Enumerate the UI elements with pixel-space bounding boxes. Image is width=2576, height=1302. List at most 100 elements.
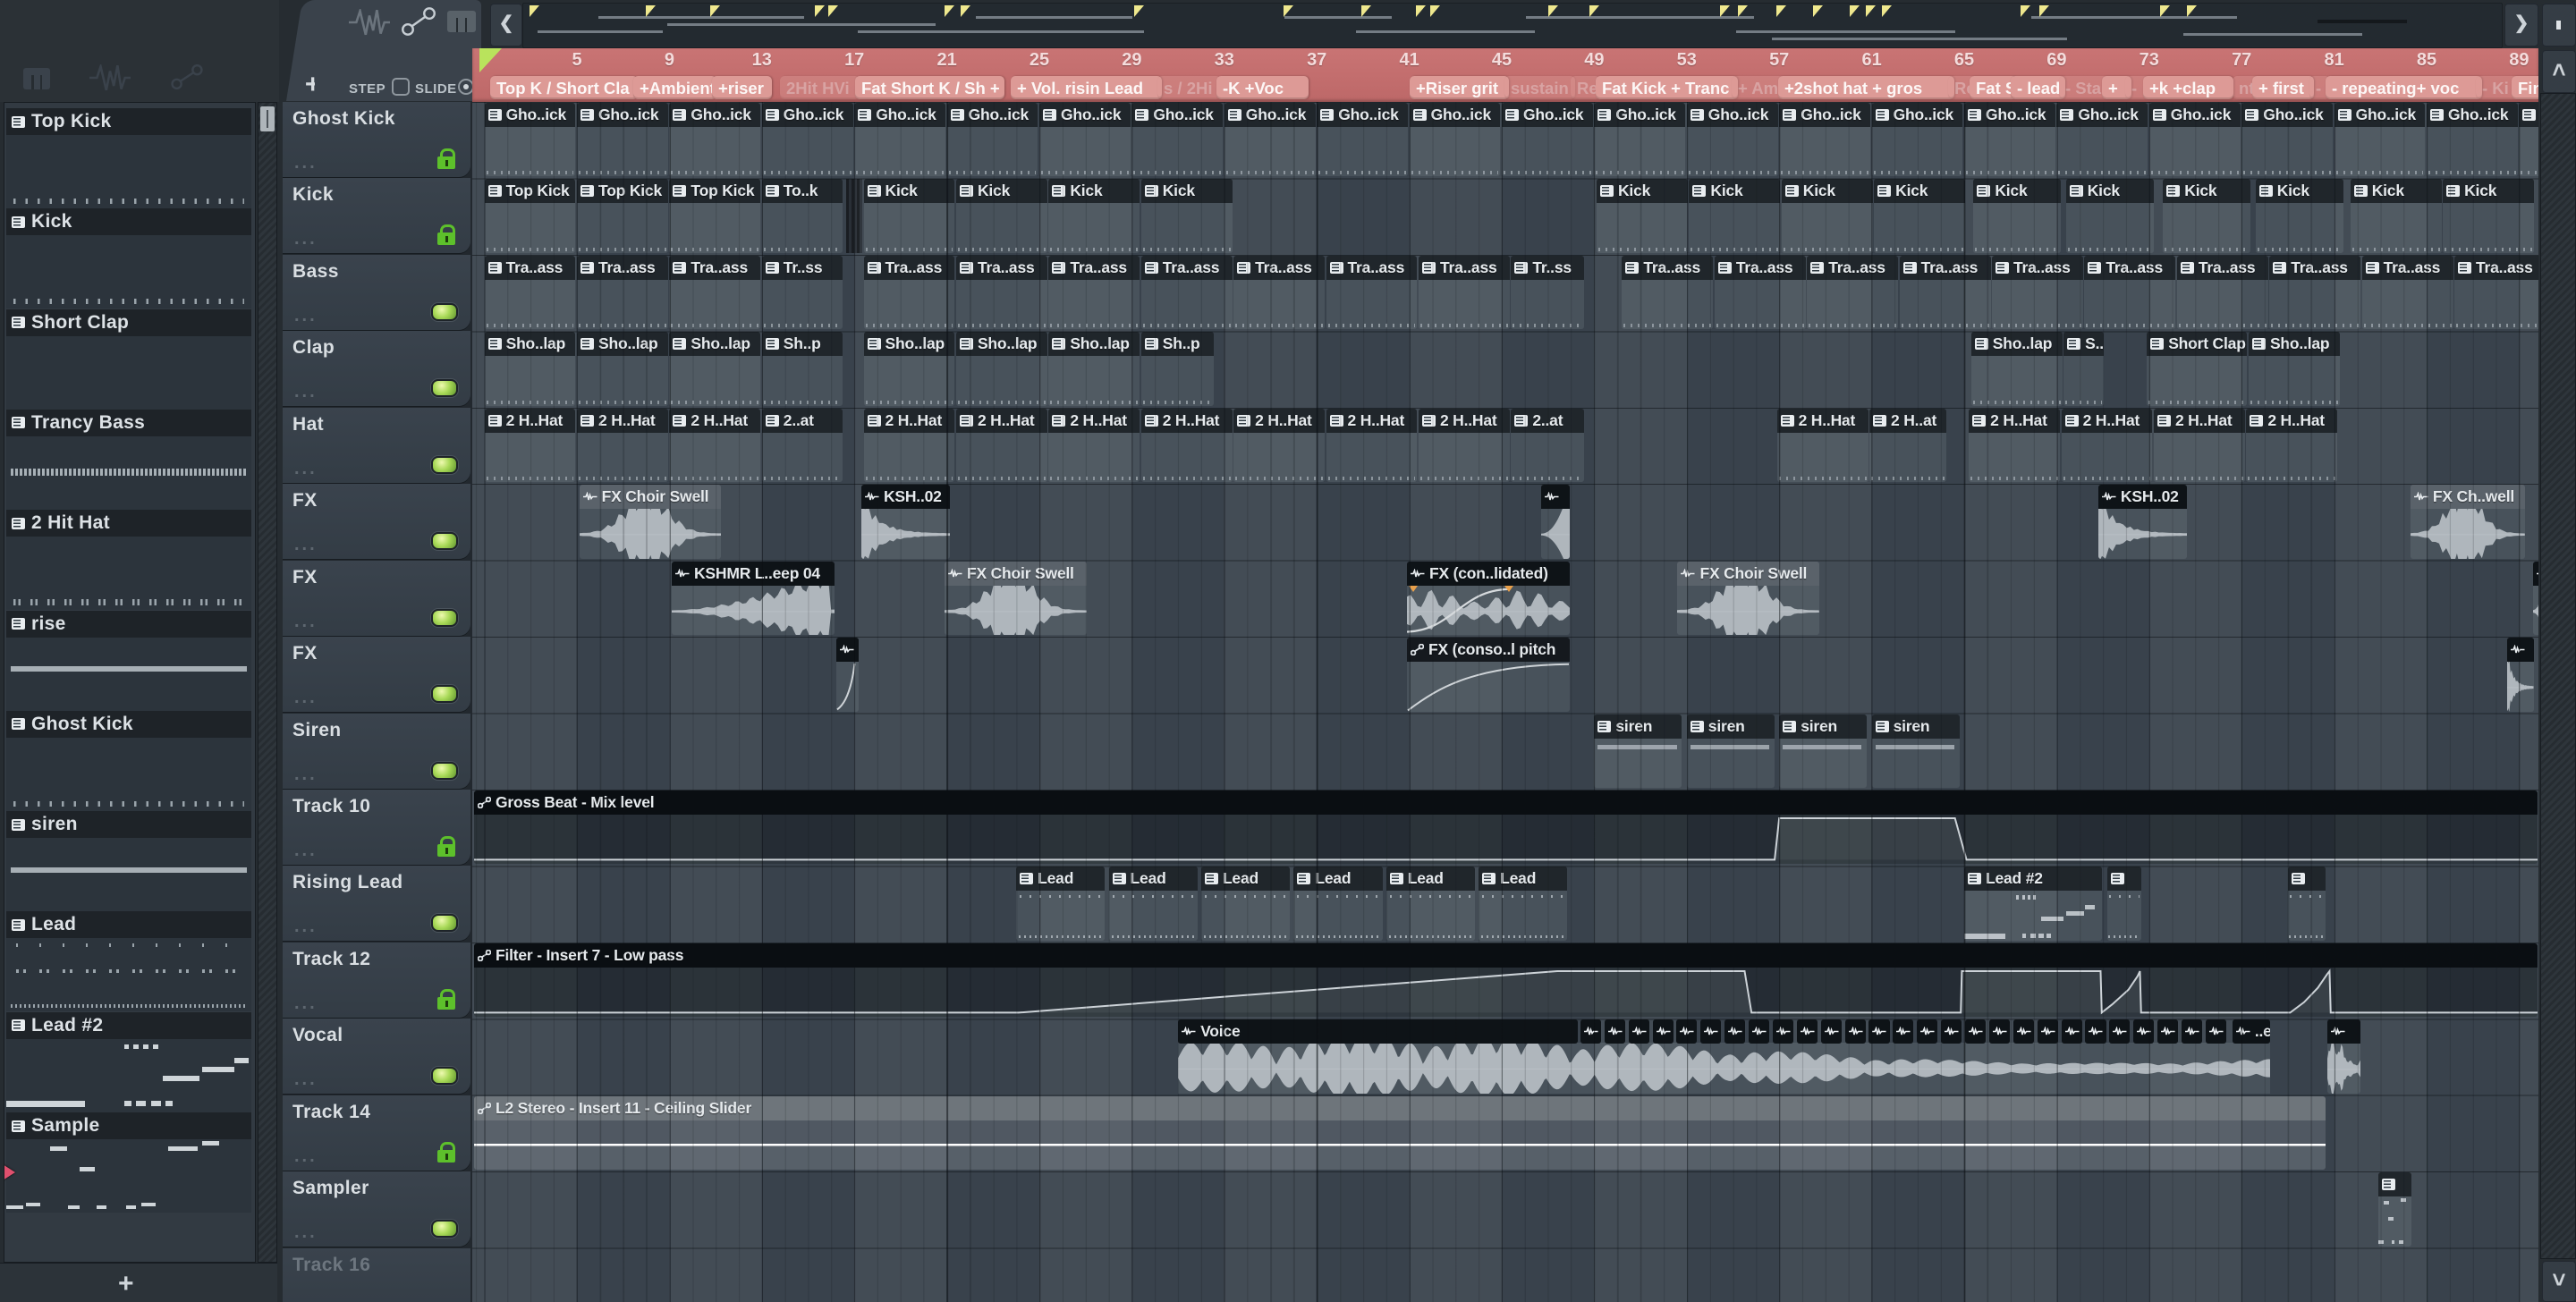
track-options-dots[interactable]: ...: [294, 459, 318, 479]
time-marker[interactable]: +Riser grit: [1410, 76, 1509, 99]
clip-header[interactable]: Tra..ass: [577, 255, 668, 280]
clip-header[interactable]: To..k: [761, 179, 843, 204]
track-header[interactable]: Track 10...: [283, 789, 470, 865]
clip-header[interactable]: Filter - Insert 7 - Low pass: [473, 943, 2538, 968]
audio-clip[interactable]: [1868, 1019, 1890, 1044]
clip-header[interactable]: Tra..ass: [863, 255, 955, 280]
time-marker[interactable]: - Sta: [2059, 76, 2108, 99]
track-header[interactable]: Kick...: [283, 178, 470, 254]
track-options-dots[interactable]: ...: [294, 1222, 318, 1243]
clip-header[interactable]: [1893, 1019, 1914, 1044]
audio-clip[interactable]: ..e: [2232, 1019, 2271, 1044]
clip-header[interactable]: Gho..ick: [1779, 103, 1871, 127]
track-options-dots[interactable]: ...: [294, 153, 318, 173]
audio-clip[interactable]: [1893, 1019, 1914, 1044]
clip-header[interactable]: Tra..ass: [1992, 255, 2083, 280]
clip-header[interactable]: Tra..ass: [1714, 255, 1806, 280]
scroll-right-button[interactable]: ❯: [2504, 4, 2538, 46]
clip-header[interactable]: Lead: [1293, 867, 1383, 892]
clip-header[interactable]: 2 H..at: [1869, 408, 1947, 433]
clip-header[interactable]: [1965, 1019, 1987, 1044]
pattern-clip[interactable]: Gho..ick: [1871, 103, 1963, 177]
clip-header[interactable]: [2085, 1019, 2106, 1044]
track-lock-icon[interactable]: [436, 835, 456, 858]
clip-header[interactable]: Lead: [1108, 867, 1198, 892]
time-marker[interactable]: - repeating+ voc: [2326, 76, 2482, 99]
pattern-clip[interactable]: Gho..ick: [669, 103, 761, 177]
track-options-dots[interactable]: ...: [294, 612, 318, 632]
time-marker[interactable]: + first: [2252, 76, 2314, 99]
track-header[interactable]: Track 14...: [283, 1095, 470, 1171]
time-marker[interactable]: Top K / Short Cla: [490, 76, 638, 99]
track-header[interactable]: Sampler...: [283, 1171, 470, 1247]
clip-header[interactable]: Tra..ass: [1233, 255, 1326, 280]
track-mute-led[interactable]: [431, 761, 458, 780]
clip-header[interactable]: [1604, 1019, 1625, 1044]
pattern-clip[interactable]: Tra..ass: [863, 255, 955, 330]
clip-header[interactable]: 2..at: [761, 408, 843, 433]
track-header[interactable]: Rising Lead...: [283, 866, 470, 942]
clip-header[interactable]: [2326, 1019, 2361, 1044]
clip-header[interactable]: KSH..02: [2097, 485, 2188, 510]
pattern-clip[interactable]: Kick: [1874, 179, 1966, 253]
clip-header[interactable]: FX Ch..well: [2410, 485, 2525, 510]
automation-clip[interactable]: Gross Beat - Mix level: [473, 790, 2538, 865]
clip-header[interactable]: Kick: [2065, 179, 2154, 204]
clip-header[interactable]: Gho..ick: [2519, 103, 2538, 127]
clip-header[interactable]: Tra..ass: [1048, 255, 1140, 280]
audio-clip[interactable]: KSH..02: [2097, 485, 2188, 559]
song-minimap-scrollbar[interactable]: [522, 3, 2503, 48]
clip-header[interactable]: Gho..ick: [484, 103, 576, 127]
time-marker[interactable]: Fat Short K / Sh +: [855, 76, 1004, 99]
pattern-clip[interactable]: Tra..ass: [2454, 255, 2538, 330]
clip-header[interactable]: Kick: [1874, 179, 1966, 204]
clip-header[interactable]: 2 H..Hat: [2246, 408, 2338, 433]
clip-header[interactable]: Gho..ick: [946, 103, 1038, 127]
clip-header[interactable]: [2532, 561, 2538, 586]
clip-header[interactable]: Lead: [1016, 867, 1106, 892]
pattern-clip[interactable]: Kick: [863, 179, 955, 253]
clip-header[interactable]: Gho..ick: [761, 103, 853, 127]
track-header[interactable]: Bass...: [283, 254, 470, 330]
pattern-clip[interactable]: Kick: [1048, 179, 1140, 253]
pattern-clip[interactable]: Gho..ick: [2519, 103, 2538, 177]
clip-header[interactable]: [1580, 1019, 1601, 1044]
pattern-clip[interactable]: Lead: [1108, 867, 1198, 941]
pattern-clip[interactable]: Gho..ick: [2148, 103, 2241, 177]
pattern-clip[interactable]: 2 H..Hat: [669, 408, 761, 483]
track-mute-led[interactable]: [431, 455, 458, 474]
vertical-scrollbar[interactable]: [2540, 93, 2576, 1259]
pattern-clip[interactable]: [2287, 867, 2326, 941]
clip-header[interactable]: [1540, 485, 1571, 510]
clip-header[interactable]: Sho..lap: [669, 332, 761, 357]
clip-header[interactable]: 2..at: [1511, 408, 1584, 433]
pattern-clip[interactable]: 2 H..Hat: [1418, 408, 1510, 483]
pattern-clip[interactable]: Tra..ass: [1326, 255, 1418, 330]
clip-header[interactable]: siren: [1871, 714, 1960, 739]
track-header[interactable]: Track 16...: [283, 1247, 470, 1302]
audio-clip[interactable]: [835, 638, 860, 712]
clip-header[interactable]: Lead: [1200, 867, 1291, 892]
clip-header[interactable]: [2133, 1019, 2155, 1044]
audio-clip[interactable]: [2181, 1019, 2203, 1044]
clip-header[interactable]: Lead: [1385, 867, 1476, 892]
pattern-item[interactable]: Lead #2: [6, 1011, 251, 1039]
pattern-clip[interactable]: Tra..ass: [1048, 255, 1140, 330]
scroll-up-button[interactable]: ˄: [2542, 50, 2576, 93]
pattern-clip[interactable]: Gho..ick: [484, 103, 576, 177]
playhead-marker-icon[interactable]: [479, 48, 502, 72]
playlist-grid[interactable]: Gho..ick Gho..ick Gho..ick Gho..ick Gho..ick…: [472, 102, 2538, 1302]
audio-clip[interactable]: [2061, 1019, 2082, 1044]
clip-header[interactable]: 2 H..Hat: [2153, 408, 2245, 433]
track-mute-led[interactable]: [431, 532, 458, 551]
audio-clip[interactable]: Voice: [1178, 1019, 1579, 1044]
audio-clip[interactable]: [1988, 1019, 2010, 1044]
pattern-clip[interactable]: Gho..ick: [1594, 103, 1686, 177]
clip-header[interactable]: 2 H..Hat: [484, 408, 576, 433]
pattern-item[interactable]: Short Clap: [6, 309, 251, 336]
track-header[interactable]: Siren...: [283, 713, 470, 789]
timeline-ruler[interactable]: 5 9 13 17 21 25 29 33 37 41 45 49 53 57 61 65 69 73 77 81 85…: [472, 48, 2538, 102]
clip-header[interactable]: Top Kick: [577, 179, 668, 204]
pattern-clip[interactable]: Tr..ss: [761, 255, 843, 330]
pattern-clip[interactable]: Tra..ass: [1140, 255, 1233, 330]
